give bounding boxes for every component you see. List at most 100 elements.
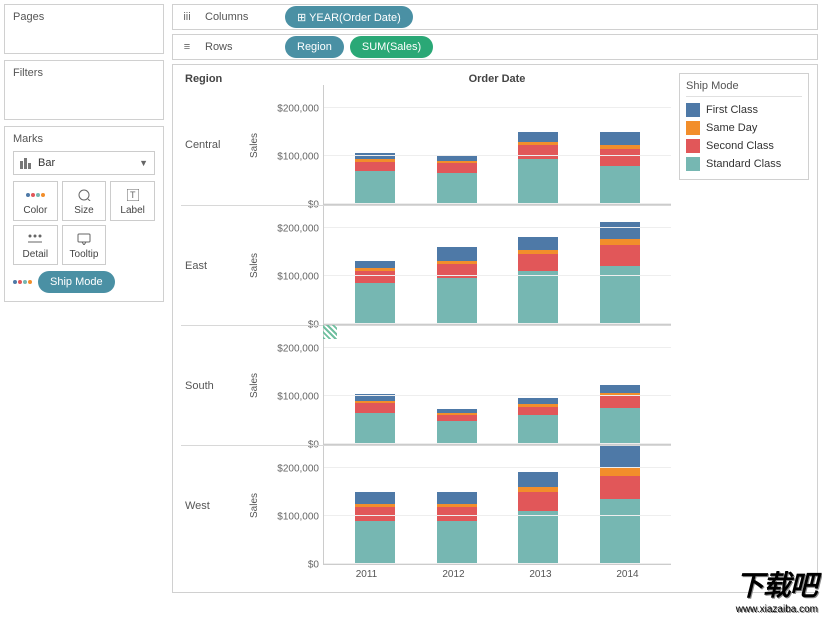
tooltip-icon (77, 231, 91, 247)
bar[interactable] (600, 132, 640, 204)
bar-segment (600, 499, 640, 564)
label-button[interactable]: T Label (110, 181, 155, 221)
facet-label: East (181, 206, 241, 325)
columns-label: Columns (205, 11, 275, 23)
y-tick: $200,000 (277, 224, 319, 235)
y-tick: $0 (308, 560, 319, 571)
legend-swatch (686, 139, 700, 153)
bar[interactable] (355, 153, 395, 204)
bar-segment (600, 396, 640, 408)
y-tick: $100,000 (277, 152, 319, 163)
y-axis-label: Sales (249, 132, 260, 157)
rows-shelf[interactable]: ≡ Rows Region SUM(Sales) (172, 34, 818, 60)
x-tick: 2012 (410, 565, 497, 584)
bar[interactable] (600, 222, 640, 324)
legend-label: Same Day (706, 122, 757, 134)
detail-icon (28, 231, 42, 247)
bar-segment (355, 271, 395, 283)
right-column: iii Columns ⊞ YEAR(Order Date) ≡ Rows Re… (172, 4, 818, 593)
region-header: Region (181, 73, 241, 85)
bar-icon (20, 157, 32, 169)
detail-button[interactable]: Detail (13, 225, 58, 265)
y-tick: $100,000 (277, 272, 319, 283)
x-tick: 2013 (497, 565, 584, 584)
bar-segment (437, 163, 477, 173)
legend-items: First Class Same Day Second ClassStandard … (686, 101, 802, 173)
pages-title: Pages (13, 11, 155, 23)
y-tick: $200,000 (277, 464, 319, 475)
bar[interactable] (437, 247, 477, 324)
bar-segment (355, 403, 395, 413)
columns-icon: iii (179, 11, 195, 23)
mark-type-dropdown[interactable]: Bar ▼ (13, 151, 155, 175)
year-orderdate-pill[interactable]: ⊞ YEAR(Order Date) (285, 6, 413, 28)
y-axis-label: Sales (249, 253, 260, 278)
bar[interactable] (518, 398, 558, 444)
x-tick: 2014 (584, 565, 671, 584)
bar[interactable] (518, 472, 558, 564)
sum-sales-pill[interactable]: SUM(Sales) (350, 36, 433, 58)
marks-panel: Marks Bar ▼ Color Size T Label (4, 126, 164, 302)
bar-segment (518, 237, 558, 250)
chart-column: Region Order Date CentralSales$0$100,000… (181, 73, 671, 584)
rows-icon: ≡ (179, 41, 195, 53)
bar-segment (600, 132, 640, 145)
bar[interactable] (437, 492, 477, 564)
visualization-area: Region Order Date CentralSales$0$100,000… (172, 64, 818, 593)
bar-segment (600, 408, 640, 444)
bar-segment (355, 153, 395, 160)
bar[interactable] (355, 492, 395, 564)
watermark: 下载吧 www.xiazaiba.com (736, 564, 818, 615)
facets-container: CentralSales$0$100,000$200,000EastSales$… (181, 85, 671, 565)
facet-label: West (181, 446, 241, 565)
facet-label: Central (181, 85, 241, 205)
bar-segment (518, 254, 558, 271)
bar[interactable] (518, 132, 558, 204)
bar-segment (437, 421, 477, 444)
bar-segment (518, 132, 558, 142)
plot-area (323, 446, 671, 565)
y-axis-label: Sales (249, 373, 260, 398)
bar[interactable] (437, 155, 477, 204)
bar-segment (518, 271, 558, 324)
tooltip-button[interactable]: Tooltip (62, 225, 107, 265)
label-icon: T (127, 187, 139, 203)
bar-segment (355, 521, 395, 564)
region-pill[interactable]: Region (285, 36, 344, 58)
bar-segment (518, 145, 558, 159)
bar[interactable] (600, 446, 640, 564)
marks-buttons-row1: Color Size T Label (13, 181, 155, 221)
bar-segment (355, 162, 395, 172)
y-tick: $200,000 (277, 104, 319, 115)
y-tick: $200,000 (277, 344, 319, 355)
bar-segment (355, 413, 395, 444)
filters-title: Filters (13, 67, 155, 79)
y-tick: $100,000 (277, 392, 319, 403)
chevron-down-icon: ▼ (139, 158, 148, 168)
shipmode-pill[interactable]: Ship Mode (38, 271, 115, 293)
color-button[interactable]: Color (13, 181, 58, 221)
legend-item[interactable]: First Class (686, 101, 802, 119)
marks-title: Marks (13, 133, 155, 145)
bar[interactable] (437, 409, 477, 445)
filters-panel: Filters (4, 60, 164, 120)
bar[interactable] (518, 237, 558, 324)
bar-segment (355, 283, 395, 324)
plot-area (323, 85, 671, 205)
x-axis: 2011201220132014 (323, 565, 671, 584)
bar-segment (518, 511, 558, 564)
size-button[interactable]: Size (62, 181, 107, 221)
facet-south: SouthSales$0$100,000$200,000 (181, 325, 671, 445)
legend-item[interactable]: Standard Class (686, 155, 802, 173)
bar[interactable] (355, 394, 395, 444)
columns-shelf[interactable]: iii Columns ⊞ YEAR(Order Date) (172, 4, 818, 30)
pages-panel: Pages (4, 4, 164, 54)
legend-label: First Class (706, 104, 758, 116)
legend-swatch (686, 157, 700, 171)
bar-segment (518, 415, 558, 444)
bar[interactable] (355, 261, 395, 324)
legend-item[interactable]: Same Day (686, 119, 802, 137)
bar-segment (600, 385, 640, 393)
legend-item[interactable]: Second Class (686, 137, 802, 155)
facet-east: EastSales$0$100,000$200,000 (181, 205, 671, 325)
